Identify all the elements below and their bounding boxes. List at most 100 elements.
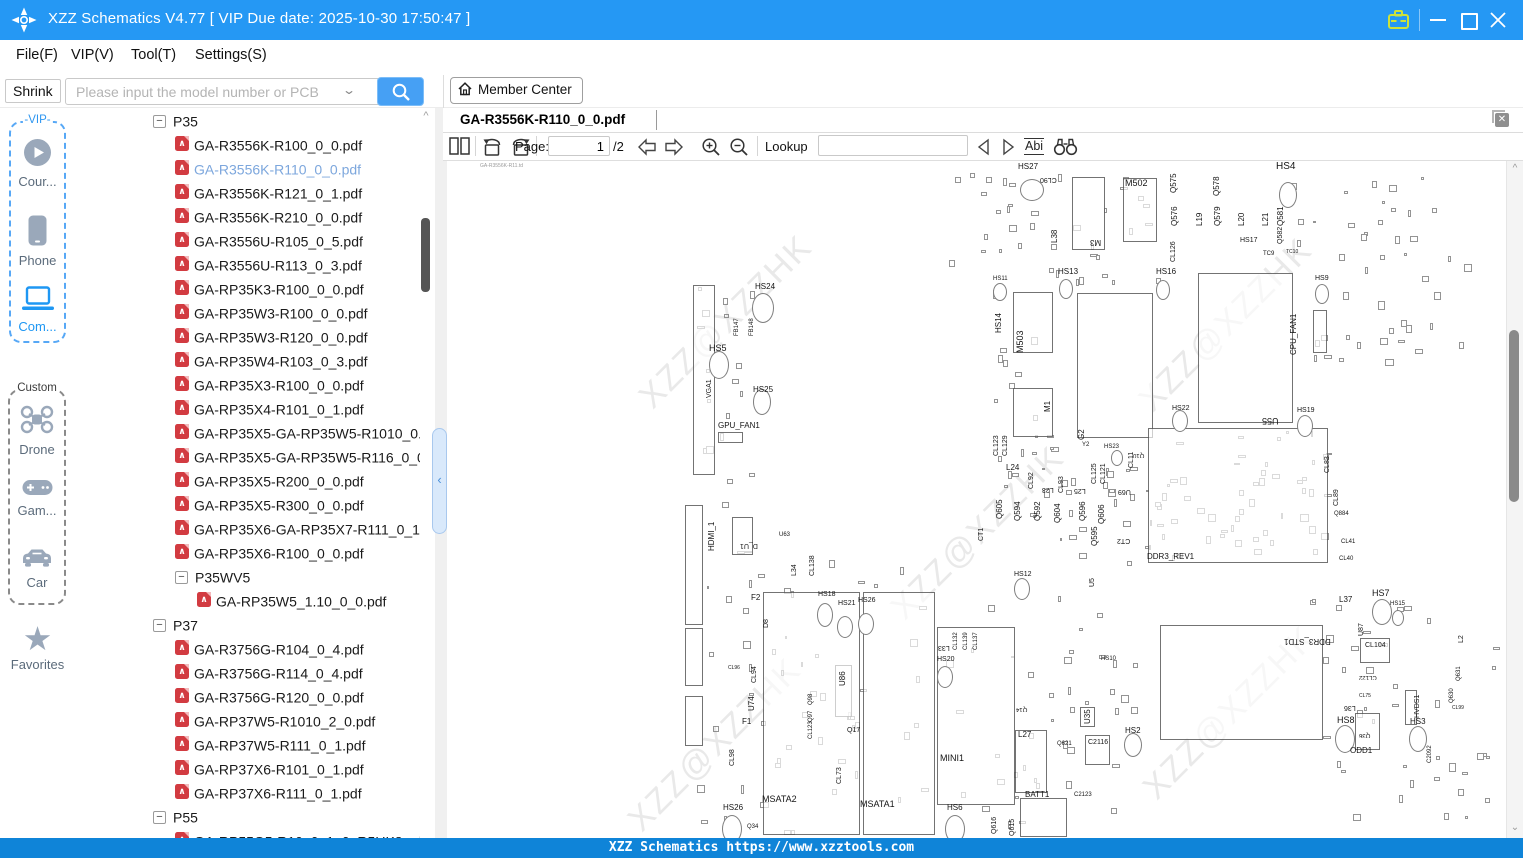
scroll-up-icon[interactable]: ^ [1509,163,1521,174]
tree-file-row[interactable]: ∧ GA-RP35W3-R120_0_0.pdf [75,324,420,348]
collapse-icon[interactable]: − [153,618,166,632]
find-prev-icon[interactable] [975,138,992,156]
tree-item-label[interactable]: GA-R3756G-R120_0_0.pdf [194,689,364,705]
tree-group-row[interactable]: − P55 [75,804,420,828]
viewer-scrollbar-thumb[interactable] [1509,330,1519,502]
tree-file-row[interactable]: ∧ GA-RP37W5-R111_0_1.pdf [75,732,420,756]
tree-item-label[interactable]: GA-RP37W5-R1010_2_0.pdf [194,713,375,729]
tree-scrollbar-thumb[interactable] [421,218,430,292]
sidebar-item-favorites[interactable]: ★ Favorites [0,622,75,672]
lookup-input[interactable] [818,135,968,156]
menu-vip[interactable]: VIP(V) [71,47,114,63]
tree-item-label[interactable]: GA-RP35X5-GA-RP35W5-R1010_0.pdf [194,425,420,441]
prev-page-icon[interactable] [636,138,658,156]
zoom-out-icon[interactable] [729,137,750,158]
menu-file[interactable]: File(F) [16,47,58,63]
tree-item-label[interactable]: P55 [173,809,198,825]
tree-item-label[interactable]: GA-RP35W5_1.10_0_0.pdf [216,593,386,609]
tree-item-label[interactable]: GA-RP35X3-R100_0_0.pdf [194,377,364,393]
tree-item-label[interactable]: GA-R3756G-R114_0_4.pdf [194,665,363,681]
tree-file-row[interactable]: ∧ GA-R3556U-R105_0_5.pdf [75,228,420,252]
tree-item-label[interactable]: GA-R3556K-R210_0_0.pdf [194,209,362,225]
tree-item-label[interactable]: GA-R3556K-R121_0_1.pdf [194,185,362,201]
menu-settings[interactable]: Settings(S) [195,47,267,63]
tree-file-row[interactable]: ∧ GA-RP35K3-R100_0_0.pdf [75,276,420,300]
tree-file-row[interactable]: ∧ GA-RP35X5-GA-RP35W5-R1010_0.pdf [75,420,420,444]
next-page-icon[interactable] [663,138,685,156]
tree-file-row[interactable]: ∧ GA-R3556K-R121_0_1.pdf [75,180,420,204]
tree-file-row[interactable]: ∧ GA-R3756G-R114_0_4.pdf [75,660,420,684]
tree-group-row[interactable]: − P35 [75,108,420,132]
tree-file-row[interactable]: ∧GA-RP55G5-R10_0_1_0_R5UK8.pdf [75,828,420,838]
briefcase-icon[interactable] [1387,9,1410,30]
page-number-input[interactable] [548,136,610,156]
tree-file-row[interactable]: ∧ GA-RP35W5_1.10_0_0.pdf [75,588,420,612]
sidebar-item-course[interactable]: Cour... [11,138,64,189]
tree-group-row[interactable]: − P35WV5 [75,564,420,588]
tree-item-label[interactable]: GA-RP35X6-R100_0_0.pdf [194,545,364,561]
tree-item-label[interactable]: P37 [173,617,198,633]
tree-file-row[interactable]: ∧ GA-R3556K-R210_0_0.pdf [75,204,420,228]
tree-item-label[interactable]: GA-RP35W3-R100_0_0.pdf [194,305,368,321]
tree-file-row[interactable]: ∧ GA-RP35X3-R100_0_0.pdf [75,372,420,396]
tree-item-label[interactable]: GA-R3756G-R104_0_4.pdf [194,641,364,657]
sidebar-item-computer[interactable]: Com... [11,286,64,334]
tree-item-label[interactable]: P35WV5 [195,569,250,585]
collapse-panel-handle[interactable]: ‹ [432,428,447,534]
shrink-button[interactable]: Shrink [5,79,61,103]
find-next-icon[interactable] [1000,138,1017,156]
sidebar-item-game[interactable]: Gam... [10,479,64,518]
tree-scroll-up-icon[interactable]: ^ [419,110,433,122]
tree-file-row[interactable]: ∧ GA-RP35X5-R200_0_0.pdf [75,468,420,492]
close-document-icon[interactable]: ✕ [1492,110,1510,128]
tree-item-label[interactable]: GA-R3556U-R105_0_5.pdf [194,233,363,249]
maximize-button[interactable] [1461,13,1478,30]
minimize-button[interactable] [1430,19,1446,21]
tree-file-row[interactable]: ∧ GA-R3756G-R104_0_4.pdf [75,636,420,660]
tree-item-label[interactable]: GA-RP35K3-R100_0_0.pdf [194,281,364,297]
tree-item-label[interactable]: GA-RP35X5-GA-RP35W5-R116_0_0.pdf [194,449,420,465]
zoom-in-icon[interactable] [701,137,722,158]
sidebar-item-car[interactable]: Car [10,546,64,590]
tree-file-row[interactable]: ∧ GA-RP35X5-R300_0_0.pdf [75,492,420,516]
tree-item-label[interactable]: GA-RP37X6-R101_0_1.pdf [194,761,364,777]
collapse-icon[interactable]: − [153,114,166,128]
close-button[interactable] [1490,12,1506,28]
sidebar-item-phone[interactable]: Phone [11,215,64,268]
tree-item-label[interactable]: GA-RP35W4-R103_0_3.pdf [194,353,368,369]
model-search-input[interactable] [65,78,385,105]
tab-active-pdf[interactable]: GA-R3556K-R110_0_0.pdf [460,112,625,127]
tree-item-label[interactable]: GA-RP35X5-R300_0_0.pdf [194,497,364,513]
collapse-icon[interactable]: − [153,810,166,824]
tree-item-label[interactable]: GA-RP37X6-R111_0_1.pdf [194,785,362,801]
menu-tool[interactable]: Tool(T) [131,47,176,63]
tree-file-row[interactable]: ∧ GA-RP37W5-R1010_2_0.pdf [75,708,420,732]
binoculars-icon[interactable] [1053,137,1078,156]
match-case-icon[interactable]: Abi [1024,138,1045,155]
tree-group-row[interactable]: − P37 [75,612,420,636]
tree-item-label[interactable]: GA-R3556U-R113_0_3.pdf [194,257,362,273]
chevron-down-icon[interactable]: ⌄ [342,83,356,97]
tree-item-label[interactable]: P35 [173,113,198,129]
scroll-down-icon[interactable]: ⌄ [1509,822,1521,833]
tree-file-row[interactable]: ∧ GA-R3556U-R113_0_3.pdf [75,252,420,276]
tree-file-row[interactable]: ∧ GA-R3556K-R100_0_0.pdf [75,132,420,156]
tree-item-label[interactable]: GA-RP35X5-R200_0_0.pdf [194,473,364,489]
collapse-icon[interactable]: − [175,570,188,584]
tree-item-label[interactable]: GA-RP35X4-R101_0_1.pdf [194,401,364,417]
tree-file-row[interactable]: ∧ GA-RP37X6-R111_0_1.pdf [75,780,420,804]
tree-file-row[interactable]: ∧ GA-RP37X6-R101_0_1.pdf [75,756,420,780]
rotate-left-icon[interactable] [481,136,504,157]
tree-item-label[interactable]: GA-RP35W3-R120_0_0.pdf [194,329,368,345]
tree-item-label[interactable]: GA-RP35X6-GA-RP35X7-R111_0_1.pdf [194,521,420,537]
tree-file-row[interactable]: ∧ GA-RP35X5-GA-RP35W5-R116_0_0.pdf [75,444,420,468]
pdf-canvas[interactable]: XZZ@XZZHKXZZ@XZZHKXZZ@XZZHKXZZ@XZZHKXZZ@… [447,161,1506,838]
tree-file-row[interactable]: ∧ GA-R3756G-R120_0_0.pdf [75,684,420,708]
tree-file-row[interactable]: ∧ GA-R3556K-R110_0_0.pdf [75,156,420,180]
tree-file-row[interactable]: ∧ GA-RP35X4-R101_0_1.pdf [75,396,420,420]
tree-item-label[interactable]: GA-R3556K-R110_0_0.pdf [194,161,361,177]
tree-item-label[interactable]: GA-R3556K-R100_0_0.pdf [194,137,362,153]
tree-file-row[interactable]: ∧ GA-RP35X6-GA-RP35X7-R111_0_1.pdf [75,516,420,540]
search-button[interactable] [377,77,424,106]
tree-item-label[interactable]: GA-RP37W5-R111_0_1.pdf [194,737,365,753]
